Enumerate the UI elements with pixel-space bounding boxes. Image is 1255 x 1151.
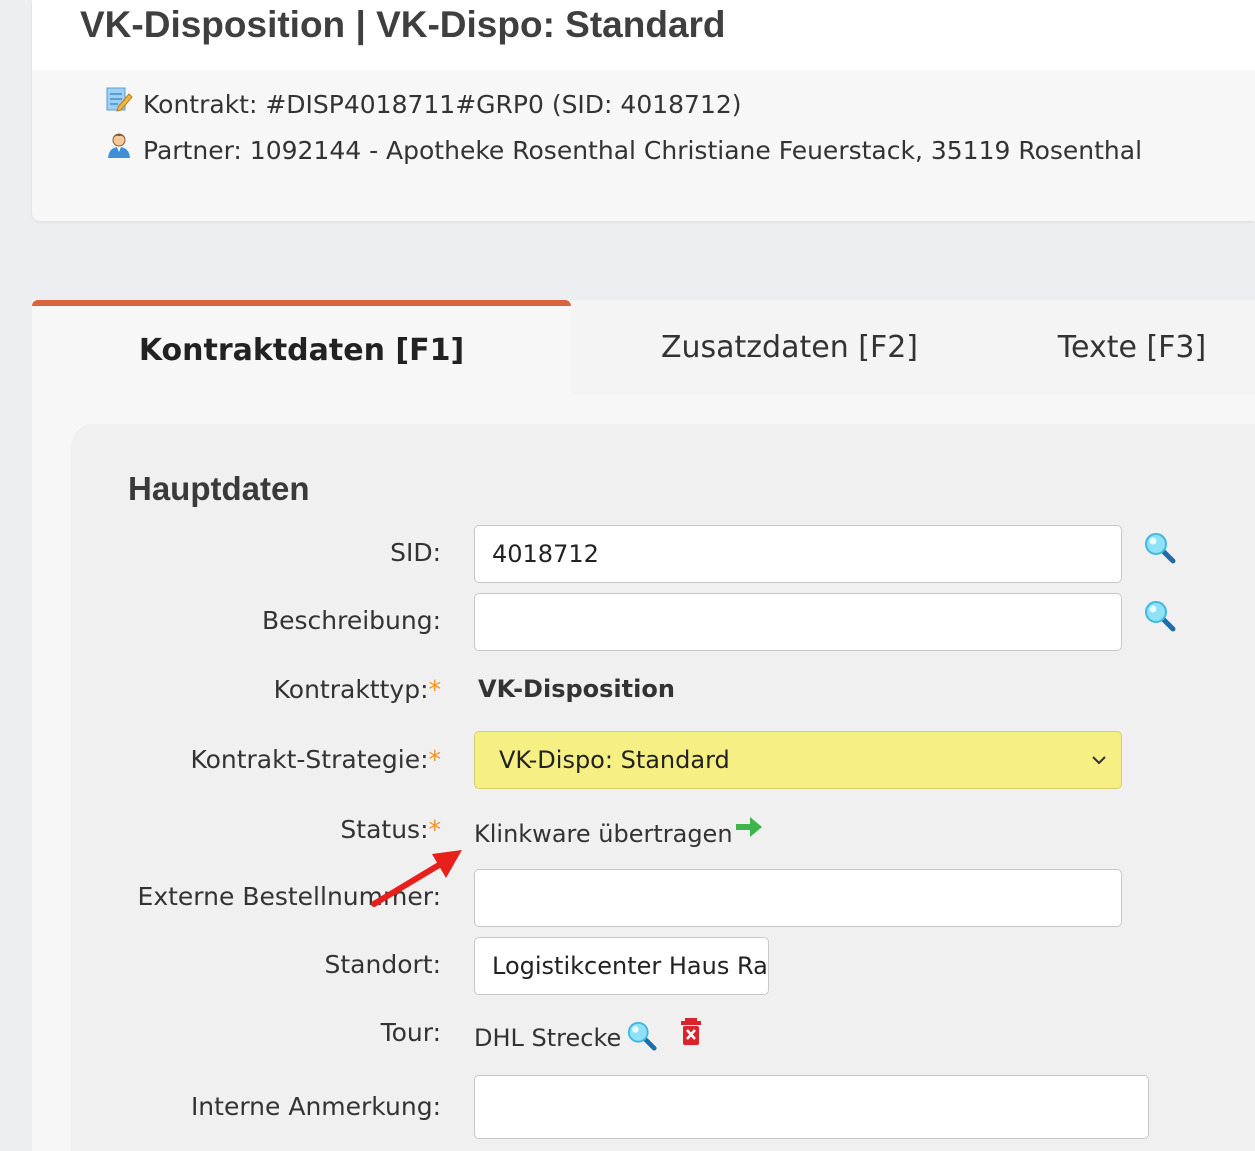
sid-input[interactable]: 4018712 bbox=[474, 525, 1122, 583]
contract-edit-icon bbox=[105, 85, 133, 113]
sid-label: SID: bbox=[390, 538, 441, 567]
section-title: Hauptdaten bbox=[128, 470, 310, 507]
contract-info: Kontrakt: #DISP4018711#GRP0 (SID: 401871… bbox=[105, 87, 742, 119]
partner-text: Partner: 1092144 - Apotheke Rosenthal Ch… bbox=[143, 136, 1143, 165]
trash-icon[interactable] bbox=[679, 1017, 703, 1047]
beschreibung-search-icon[interactable] bbox=[1143, 599, 1177, 633]
beschreibung-input[interactable] bbox=[474, 593, 1122, 651]
chevron-down-icon bbox=[1092, 756, 1106, 765]
tab-bar: Kontraktdaten [F1] Zusatzdaten [F2] Text… bbox=[32, 300, 1255, 395]
required-marker: * bbox=[428, 675, 442, 704]
tab-zusatzdaten[interactable]: Zusatzdaten [F2] bbox=[592, 300, 987, 395]
arrow-right-icon[interactable] bbox=[734, 814, 764, 840]
partner-info: Partner: 1092144 - Apotheke Rosenthal Ch… bbox=[105, 133, 1143, 165]
externe-input[interactable] bbox=[474, 869, 1122, 927]
page-title: VK-Disposition | VK-Dispo: Standard bbox=[80, 4, 726, 45]
person-icon bbox=[105, 131, 133, 159]
tour-label: Tour: bbox=[380, 1018, 441, 1047]
tour-search-icon[interactable] bbox=[626, 1020, 658, 1052]
kontrakttyp-value: VK-Disposition bbox=[478, 675, 675, 703]
contract-text: Kontrakt: #DISP4018711#GRP0 (SID: 401871… bbox=[143, 90, 742, 119]
standort-label: Standort: bbox=[324, 950, 441, 979]
strategie-label: Kontrakt-Strategie:* bbox=[190, 745, 441, 774]
sid-search-icon[interactable] bbox=[1143, 531, 1177, 565]
beschreibung-label: Beschreibung: bbox=[261, 606, 441, 635]
tab-kontraktdaten[interactable]: Kontraktdaten [F1] bbox=[32, 300, 571, 395]
anmerkung-textarea[interactable] bbox=[474, 1075, 1149, 1139]
status-value: Klinkware übertragen bbox=[474, 820, 733, 848]
anmerkung-label: Interne Anmerkung: bbox=[190, 1092, 441, 1121]
required-marker: * bbox=[428, 745, 442, 774]
annotation-arrow bbox=[371, 850, 462, 907]
tab-texte[interactable]: Texte [F3] bbox=[1017, 300, 1247, 395]
kontrakttyp-label: Kontrakttyp:* bbox=[273, 675, 442, 704]
standort-input[interactable]: Logistikcenter Haus Ra bbox=[474, 937, 769, 995]
strategie-select[interactable]: VK-Dispo: Standard bbox=[474, 731, 1122, 789]
tour-value: DHL Strecke bbox=[474, 1024, 622, 1052]
